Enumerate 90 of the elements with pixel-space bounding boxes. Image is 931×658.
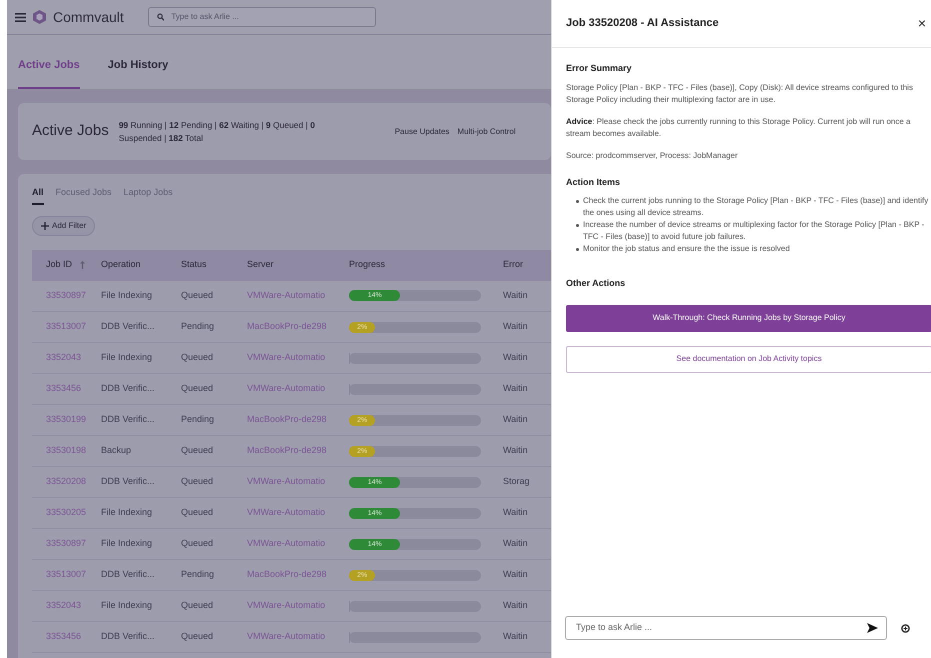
paragraph: Storage Policy [Plan - BKP - TFC - Files (base)], Copy (Disk): All device streams configured to this Storage Policy including their multiplexing factor are in use. <box>566 82 914 106</box>
bullet-icon <box>576 200 579 203</box>
table-cell: DDB Verific... <box>100 560 180 590</box>
server-link[interactable]: VMWare-Automatio <box>246 342 348 374</box>
send-icon[interactable] <box>867 623 878 633</box>
filter-tab[interactable]: All <box>32 186 44 204</box>
tab[interactable]: Job History <box>108 56 168 89</box>
job-id-link[interactable]: 3352043 <box>32 342 100 374</box>
search-input[interactable]: Type to ask Arlie ... <box>169 10 367 24</box>
table-cell: Queued <box>180 280 246 312</box>
job-id-link[interactable]: 3353456 <box>32 374 100 404</box>
table-cell: File Indexing <box>100 498 180 528</box>
server-link[interactable]: MacBookPro-de298 <box>246 404 348 436</box>
bullet-icon <box>576 248 579 251</box>
column-header[interactable]: Server <box>246 250 348 280</box>
column-header[interactable]: Job ID <box>32 250 100 280</box>
server-link[interactable]: VMWare-Automatio <box>246 374 348 404</box>
job-id-link[interactable]: 33513007 <box>32 312 100 342</box>
column-header[interactable]: Status <box>180 250 246 280</box>
table-cell: DDB Verific... <box>100 312 180 342</box>
column-header[interactable]: Operation <box>100 250 180 280</box>
chat-input-field[interactable]: Type to ask Arlie ... <box>565 616 887 640</box>
table-cell: Queued <box>180 436 246 466</box>
section-title: Active Jobs <box>32 121 109 142</box>
table-cell: Queued <box>180 374 246 404</box>
server-link[interactable]: MacBookPro-de298 <box>246 312 348 342</box>
column-header[interactable]: Progress <box>348 250 502 280</box>
table-cell: Pending <box>180 560 246 590</box>
list-item: Increase the number of device streams or multiplexing factor for the Storage Policy [Plan - BKP - TFC - Files (base)] to avoid future job failures. <box>583 219 926 243</box>
filter-tab[interactable]: Laptop Jobs <box>124 186 173 204</box>
paragraph: Source: prodcommserver, Process: JobManager <box>566 150 739 162</box>
job-id-link[interactable]: 33530897 <box>32 528 100 560</box>
paragraph: Advice: Please check the jobs currently running to this Storage Policy. Current job will run once a stream becomes available. <box>566 116 912 140</box>
search-field[interactable]: Type to ask Arlie ... <box>148 7 376 27</box>
column-header[interactable]: Error <box>502 250 551 280</box>
search-icon <box>156 13 164 21</box>
bullet-icon <box>576 224 579 227</box>
add-filter-button[interactable]: Add Filter <box>32 216 96 236</box>
server-link[interactable]: VMWare-Automatio <box>246 590 348 622</box>
table-cell: Queued <box>180 622 246 652</box>
table-cell: File Indexing <box>100 342 180 374</box>
table-cell: DDB Verific... <box>100 374 180 404</box>
job-id-link[interactable]: 33520208 <box>32 466 100 498</box>
action-button[interactable]: See documentation on Job Activity topics <box>566 346 931 372</box>
table-cell: Backup <box>100 436 180 466</box>
section-heading: Action Items <box>566 176 622 188</box>
table-cell: Queued <box>180 466 246 498</box>
table-cell: DDB Verific... <box>100 404 180 436</box>
server-link[interactable]: VMWare-Automatio <box>246 528 348 560</box>
plus-icon <box>41 222 49 230</box>
job-id-link[interactable]: 33513007 <box>32 560 100 590</box>
close-button[interactable]: × <box>914 13 930 34</box>
section-heading: Error Summary <box>566 62 633 75</box>
tab[interactable]: Active Jobs <box>18 56 80 89</box>
table-cell: Queued <box>180 342 246 374</box>
table-cell: Queued <box>180 590 246 622</box>
table-cell: DDB Verific... <box>100 622 180 652</box>
server-link[interactable]: MacBookPro-de298 <box>246 436 348 466</box>
table-cell: DDB Verific... <box>100 466 180 498</box>
menu-icon[interactable] <box>15 12 26 22</box>
job-id-link[interactable]: 33530205 <box>32 498 100 528</box>
table-cell: File Indexing <box>100 528 180 560</box>
table-cell: Pending <box>180 404 246 436</box>
table-cell: Pending <box>180 312 246 342</box>
job-id-link[interactable]: 3353456 <box>32 622 100 652</box>
job-stats: 99 Running | 12 Pending | 62 Waiting | 9 Queued | 0 Suspended | 182 Total <box>118 118 316 144</box>
job-id-link[interactable]: 3352043 <box>32 590 100 622</box>
section-heading: Other Actions <box>566 277 626 290</box>
panel-title: Job 33520208 - AI Assistance <box>566 16 719 32</box>
server-link[interactable]: VMWare-Automatio <box>246 622 348 652</box>
job-id-link[interactable]: 33530198 <box>32 436 100 466</box>
action-button[interactable]: Walk-Through: Check Running Jobs by Storage Policy <box>566 304 931 332</box>
table-cell: Queued <box>180 498 246 528</box>
server-link[interactable]: VMWare-Automatio <box>246 498 348 528</box>
list-item: Check the current jobs running to the Storage Policy [Plan - BKP - TFC - Files (base)] and identify the ones using all device streams. <box>583 195 930 219</box>
toolbar-link[interactable]: Pause Updates <box>394 126 450 138</box>
brand-name: Commvault <box>53 8 124 26</box>
logo-icon <box>32 9 47 25</box>
table-cell: File Indexing <box>100 280 180 312</box>
server-link[interactable]: MacBookPro-de298 <box>246 560 348 590</box>
filter-tab[interactable]: Focused Jobs <box>56 186 112 204</box>
job-id-link[interactable]: 33530897 <box>32 280 100 312</box>
server-link[interactable]: VMWare-Automatio <box>246 466 348 498</box>
list-item: Monitor the job status and ensure the the issue is resolved <box>583 243 790 255</box>
add-icon[interactable] <box>901 624 910 632</box>
server-link[interactable]: VMWare-Automatio <box>246 280 348 312</box>
job-id-link[interactable]: 33530199 <box>32 404 100 436</box>
toolbar-link[interactable]: Multi-job Control <box>457 126 516 138</box>
table-cell: File Indexing <box>100 590 180 622</box>
table-cell: Queued <box>180 528 246 560</box>
